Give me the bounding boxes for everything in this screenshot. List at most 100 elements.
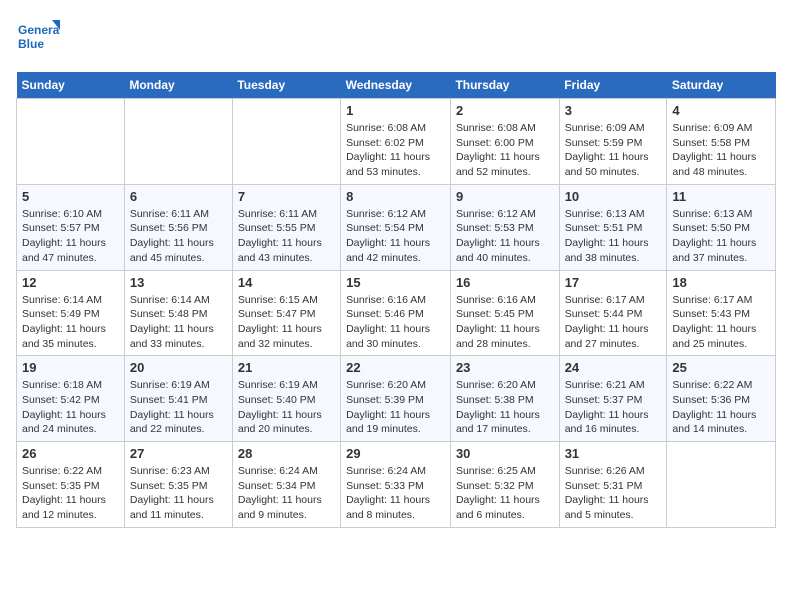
day-number: 26 (22, 446, 119, 461)
calendar-cell: 30 Sunrise: 6:25 AM Sunset: 5:32 PM Dayli… (450, 442, 559, 528)
calendar-cell: 4 Sunrise: 6:09 AM Sunset: 5:58 PM Daylig… (667, 99, 776, 185)
day-number: 5 (22, 189, 119, 204)
cell-content: Sunrise: 6:24 AM Sunset: 5:33 PM Dayligh… (346, 464, 445, 523)
week-row-3: 12Sunrise: 6:14 AM Sunset: 5:49 PM Dayli… (17, 270, 776, 356)
day-number: 3 (565, 103, 662, 118)
cell-content: Sunrise: 6:12 AM Sunset: 5:53 PM Dayligh… (456, 207, 554, 266)
col-header-saturday: Saturday (667, 72, 776, 99)
day-number: 11 (672, 189, 770, 204)
day-number: 9 (456, 189, 554, 204)
week-row-1: 1 Sunrise: 6:08 AM Sunset: 6:02 PM Daylig… (17, 99, 776, 185)
calendar-cell: 7 Sunrise: 6:11 AM Sunset: 5:55 PM Daylig… (232, 184, 340, 270)
cell-content: Sunrise: 6:15 AM Sunset: 5:47 PM Dayligh… (238, 293, 335, 352)
day-number: 8 (346, 189, 445, 204)
day-number: 6 (130, 189, 227, 204)
day-number: 2 (456, 103, 554, 118)
cell-content: Sunrise: 6:18 AM Sunset: 5:42 PM Dayligh… (22, 378, 119, 437)
col-header-friday: Friday (559, 72, 667, 99)
day-number: 20 (130, 360, 227, 375)
calendar-cell: 9 Sunrise: 6:12 AM Sunset: 5:53 PM Daylig… (450, 184, 559, 270)
week-row-4: 19 Sunrise: 6:18 AM Sunset: 5:42 PM Dayli… (17, 356, 776, 442)
cell-content: Sunrise: 6:09 AM Sunset: 5:58 PM Dayligh… (672, 121, 770, 180)
cell-content: Sunrise: 6:16 AM Sunset: 5:46 PM Dayligh… (346, 293, 445, 352)
cell-content: Sunrise: 6:20 AM Sunset: 5:38 PM Dayligh… (456, 378, 554, 437)
calendar-cell: 13 Sunrise: 6:14 AM Sunset: 5:48 PM Dayli… (124, 270, 232, 356)
calendar-cell: 24 Sunrise: 6:21 AM Sunset: 5:37 PM Dayli… (559, 356, 667, 442)
day-number: 30 (456, 446, 554, 461)
calendar-cell: 22 Sunrise: 6:20 AM Sunset: 5:39 PM Dayli… (341, 356, 451, 442)
calendar-cell: 28 Sunrise: 6:24 AM Sunset: 5:34 PM Dayli… (232, 442, 340, 528)
logo: General Blue (16, 16, 60, 60)
col-header-sunday: Sunday (17, 72, 125, 99)
week-row-5: 26 Sunrise: 6:22 AM Sunset: 5:35 PM Dayli… (17, 442, 776, 528)
day-number: 16 (456, 275, 554, 290)
cell-content: Sunrise: 6:22 AM Sunset: 5:35 PM Dayligh… (22, 464, 119, 523)
cell-content: Sunrise: 6:17 AM Sunset: 5:44 PM Dayligh… (565, 293, 662, 352)
cell-content: Sunrise: 6:23 AM Sunset: 5:35 PM Dayligh… (130, 464, 227, 523)
calendar-cell: 12Sunrise: 6:14 AM Sunset: 5:49 PM Dayli… (17, 270, 125, 356)
calendar-cell: 26 Sunrise: 6:22 AM Sunset: 5:35 PM Dayli… (17, 442, 125, 528)
cell-content: Sunrise: 6:26 AM Sunset: 5:31 PM Dayligh… (565, 464, 662, 523)
cell-content: Sunrise: 6:25 AM Sunset: 5:32 PM Dayligh… (456, 464, 554, 523)
day-number: 15 (346, 275, 445, 290)
cell-content: Sunrise: 6:24 AM Sunset: 5:34 PM Dayligh… (238, 464, 335, 523)
calendar-cell: 21Sunrise: 6:19 AM Sunset: 5:40 PM Dayli… (232, 356, 340, 442)
day-number: 28 (238, 446, 335, 461)
cell-content: Sunrise: 6:08 AM Sunset: 6:00 PM Dayligh… (456, 121, 554, 180)
calendar-cell: 20 Sunrise: 6:19 AM Sunset: 5:41 PM Dayli… (124, 356, 232, 442)
day-number: 14 (238, 275, 335, 290)
day-number: 29 (346, 446, 445, 461)
calendar-cell: 5 Sunrise: 6:10 AM Sunset: 5:57 PM Daylig… (17, 184, 125, 270)
cell-content: Sunrise: 6:09 AM Sunset: 5:59 PM Dayligh… (565, 121, 662, 180)
calendar-cell: 3 Sunrise: 6:09 AM Sunset: 5:59 PM Daylig… (559, 99, 667, 185)
day-number: 7 (238, 189, 335, 204)
cell-content: Sunrise: 6:13 AM Sunset: 5:51 PM Dayligh… (565, 207, 662, 266)
day-number: 22 (346, 360, 445, 375)
calendar-cell: 23Sunrise: 6:20 AM Sunset: 5:38 PM Dayli… (450, 356, 559, 442)
day-number: 10 (565, 189, 662, 204)
calendar-table: SundayMondayTuesdayWednesdayThursdayFrid… (16, 72, 776, 528)
day-number: 21 (238, 360, 335, 375)
col-header-tuesday: Tuesday (232, 72, 340, 99)
col-header-monday: Monday (124, 72, 232, 99)
calendar-cell: 10 Sunrise: 6:13 AM Sunset: 5:51 PM Dayli… (559, 184, 667, 270)
calendar-cell: 6 Sunrise: 6:11 AM Sunset: 5:56 PM Daylig… (124, 184, 232, 270)
cell-content: Sunrise: 6:08 AM Sunset: 6:02 PM Dayligh… (346, 121, 445, 180)
col-header-wednesday: Wednesday (341, 72, 451, 99)
day-number: 18 (672, 275, 770, 290)
cell-content: Sunrise: 6:12 AM Sunset: 5:54 PM Dayligh… (346, 207, 445, 266)
page-header: General Blue (16, 16, 776, 60)
cell-content: Sunrise: 6:14 AM Sunset: 5:48 PM Dayligh… (130, 293, 227, 352)
calendar-cell (667, 442, 776, 528)
calendar-cell: 17 Sunrise: 6:17 AM Sunset: 5:44 PM Dayli… (559, 270, 667, 356)
cell-content: Sunrise: 6:19 AM Sunset: 5:41 PM Dayligh… (130, 378, 227, 437)
cell-content: Sunrise: 6:16 AM Sunset: 5:45 PM Dayligh… (456, 293, 554, 352)
calendar-cell: 2 Sunrise: 6:08 AM Sunset: 6:00 PM Daylig… (450, 99, 559, 185)
day-number: 4 (672, 103, 770, 118)
logo-icon: General Blue (16, 16, 60, 60)
cell-content: Sunrise: 6:10 AM Sunset: 5:57 PM Dayligh… (22, 207, 119, 266)
day-number: 24 (565, 360, 662, 375)
week-row-2: 5 Sunrise: 6:10 AM Sunset: 5:57 PM Daylig… (17, 184, 776, 270)
cell-content: Sunrise: 6:11 AM Sunset: 5:56 PM Dayligh… (130, 207, 227, 266)
cell-content: Sunrise: 6:21 AM Sunset: 5:37 PM Dayligh… (565, 378, 662, 437)
cell-content: Sunrise: 6:22 AM Sunset: 5:36 PM Dayligh… (672, 378, 770, 437)
svg-text:General: General (18, 23, 60, 37)
calendar-cell: 1 Sunrise: 6:08 AM Sunset: 6:02 PM Daylig… (341, 99, 451, 185)
cell-content: Sunrise: 6:13 AM Sunset: 5:50 PM Dayligh… (672, 207, 770, 266)
calendar-cell (17, 99, 125, 185)
calendar-cell: 14 Sunrise: 6:15 AM Sunset: 5:47 PM Dayli… (232, 270, 340, 356)
day-number: 1 (346, 103, 445, 118)
calendar-cell: 27Sunrise: 6:23 AM Sunset: 5:35 PM Dayli… (124, 442, 232, 528)
day-number: 19 (22, 360, 119, 375)
cell-content: Sunrise: 6:17 AM Sunset: 5:43 PM Dayligh… (672, 293, 770, 352)
calendar-cell: 31Sunrise: 6:26 AM Sunset: 5:31 PM Dayli… (559, 442, 667, 528)
calendar-cell: 8 Sunrise: 6:12 AM Sunset: 5:54 PM Daylig… (341, 184, 451, 270)
day-number: 17 (565, 275, 662, 290)
calendar-cell: 25Sunrise: 6:22 AM Sunset: 5:36 PM Dayli… (667, 356, 776, 442)
cell-content: Sunrise: 6:11 AM Sunset: 5:55 PM Dayligh… (238, 207, 335, 266)
col-header-thursday: Thursday (450, 72, 559, 99)
cell-content: Sunrise: 6:14 AM Sunset: 5:49 PM Dayligh… (22, 293, 119, 352)
day-number: 13 (130, 275, 227, 290)
cell-content: Sunrise: 6:20 AM Sunset: 5:39 PM Dayligh… (346, 378, 445, 437)
